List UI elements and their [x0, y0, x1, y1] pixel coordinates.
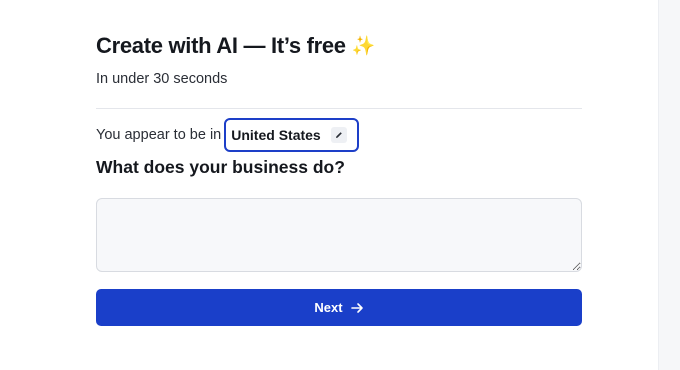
business-description-input[interactable] — [96, 198, 582, 272]
location-selector[interactable]: United States — [224, 118, 359, 152]
divider — [96, 108, 582, 109]
location-value: United States — [231, 127, 321, 143]
sparkles-icon: ✨ — [351, 35, 376, 57]
arrow-right-icon — [350, 302, 364, 314]
pencil-icon[interactable] — [330, 127, 347, 143]
page: Create with AI — It’s free ✨ In under 30… — [0, 0, 680, 370]
page-title-text: Create with AI — It’s free — [96, 33, 346, 58]
location-row: You appear to be in United States — [96, 118, 582, 152]
page-title: Create with AI — It’s free ✨ — [96, 30, 582, 62]
location-prefix: You appear to be in — [96, 127, 222, 143]
next-button[interactable]: Next — [96, 289, 582, 326]
business-question-label: What does your business do? — [96, 157, 345, 177]
page-subtitle: In under 30 seconds — [96, 71, 228, 87]
next-button-label: Next — [314, 300, 343, 315]
right-sidebar-edge — [658, 0, 680, 370]
create-with-ai-panel: Create with AI — It’s free ✨ In under 30… — [96, 30, 582, 326]
